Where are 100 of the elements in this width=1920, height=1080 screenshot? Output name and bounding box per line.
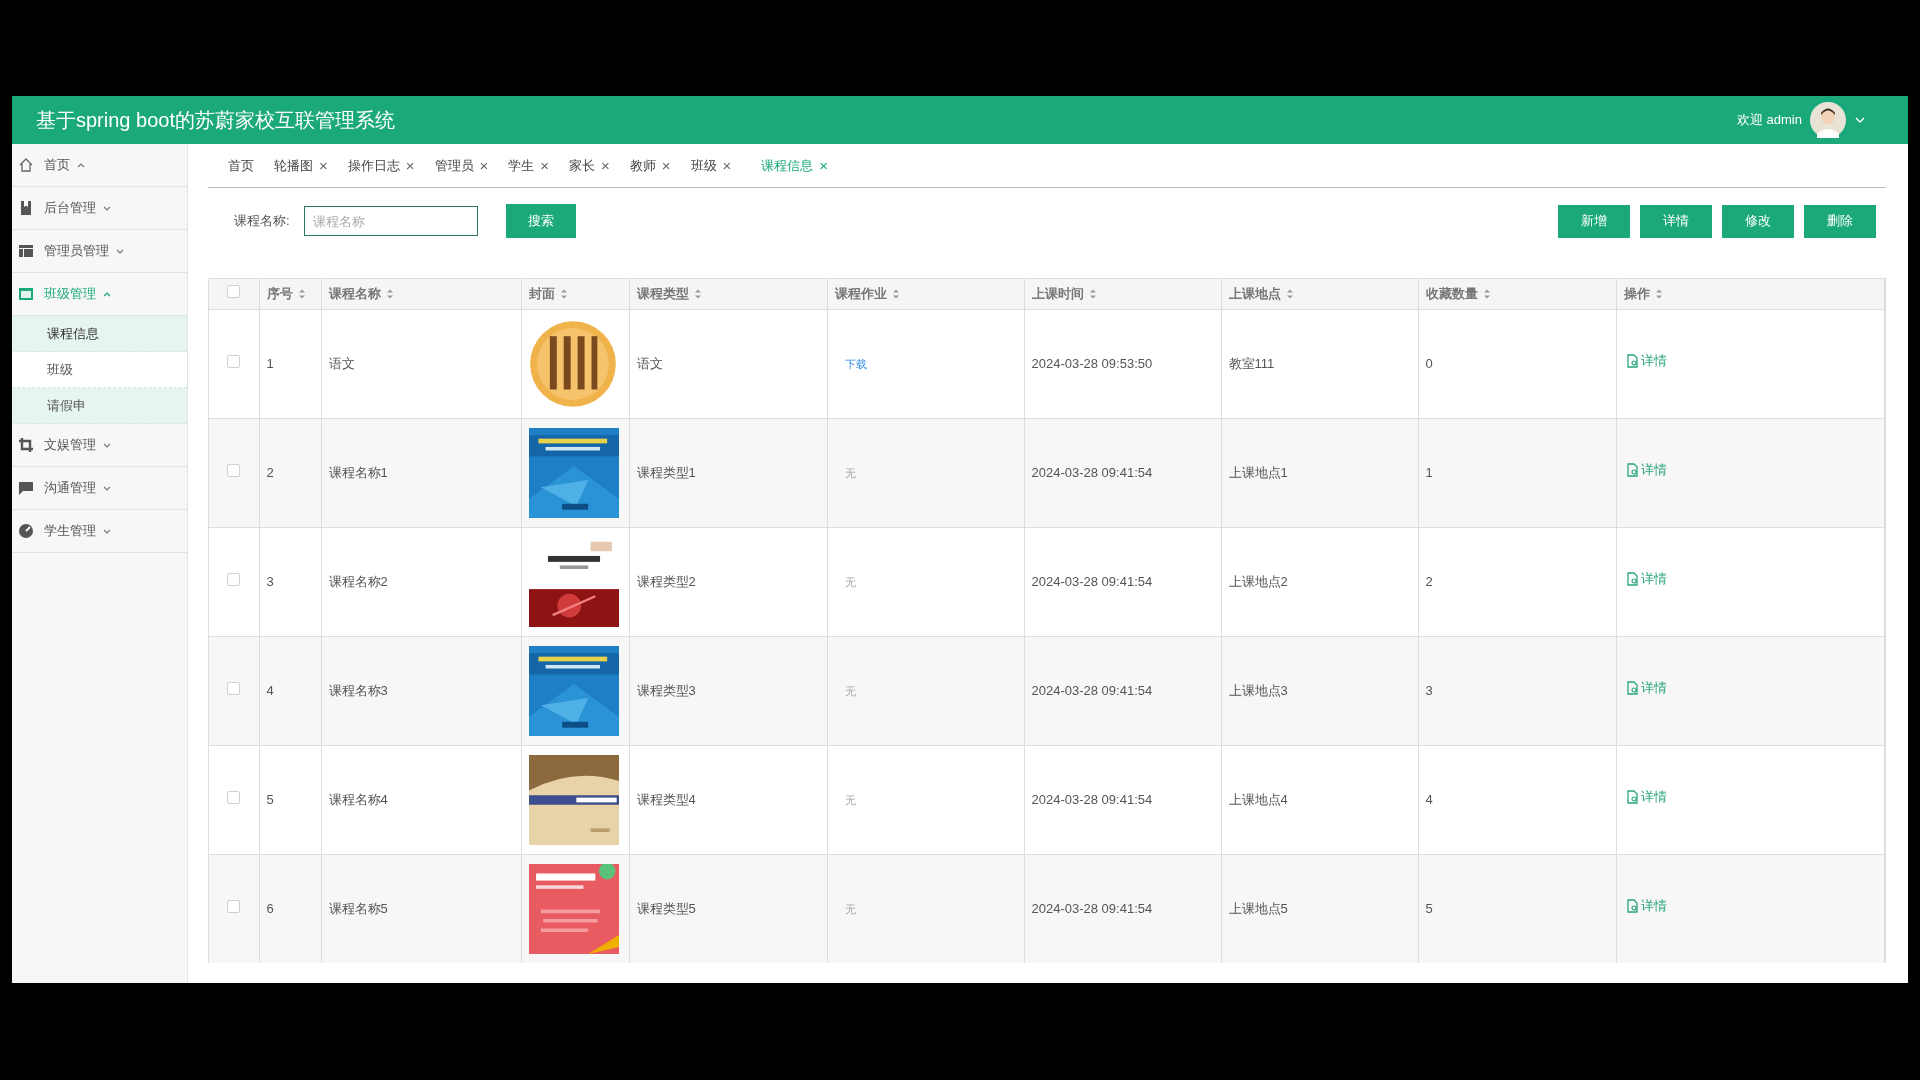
table-cell: 2024-03-28 09:53:50 xyxy=(1031,355,1153,371)
column-header[interactable]: 课程类型 xyxy=(636,284,689,304)
table-cell: 4 xyxy=(1425,791,1433,807)
submenu-item[interactable]: 班级 xyxy=(12,352,187,388)
table-cell: 6 xyxy=(266,901,274,916)
menu-item[interactable]: 学生管理 xyxy=(44,521,112,541)
checkbox[interactable] xyxy=(227,681,241,695)
detail-link[interactable]: 详情 xyxy=(1626,351,1667,371)
tab[interactable]: 首页 xyxy=(228,155,254,176)
sort-icon[interactable] xyxy=(385,287,394,300)
table-cell: 上课地点1 xyxy=(1228,464,1288,480)
search-field[interactable]: 课程名称 xyxy=(303,206,478,236)
column-header[interactable]: 上课时间 xyxy=(1031,284,1084,304)
submenu-item[interactable]: 课程信息 xyxy=(12,316,187,352)
close-icon[interactable]: × xyxy=(722,158,732,173)
column-header[interactable]: 收藏数量 xyxy=(1425,284,1478,304)
close-icon[interactable]: × xyxy=(819,158,829,173)
tab[interactable]: 操作日志 × xyxy=(347,155,415,176)
checkbox[interactable] xyxy=(227,790,241,804)
table-cell: 5 xyxy=(1425,901,1433,916)
table-cell: 1 xyxy=(1425,464,1433,480)
bookmark-icon xyxy=(18,200,34,216)
table-cell: 5 xyxy=(266,791,274,807)
layout-icon xyxy=(18,243,34,259)
tab[interactable]: 管理员 × xyxy=(434,155,489,176)
menu-item[interactable]: 文娱管理 xyxy=(44,435,112,455)
file-icon xyxy=(1626,353,1638,368)
column-header[interactable]: 序号 xyxy=(266,284,293,304)
close-icon[interactable]: × xyxy=(601,158,610,173)
table-cell: 无 xyxy=(844,793,856,806)
avatar[interactable] xyxy=(1810,102,1846,138)
table-cell: 无 xyxy=(844,466,856,479)
file-icon xyxy=(1626,899,1638,913)
welcome-text: 欢迎 admin xyxy=(1736,111,1802,130)
close-icon[interactable]: × xyxy=(661,158,671,173)
column-header[interactable]: 课程作业 xyxy=(834,284,887,304)
detail-link[interactable]: 详情 xyxy=(1626,569,1667,589)
checkbox[interactable] xyxy=(227,572,241,586)
home-icon xyxy=(18,157,34,173)
gauge-icon xyxy=(18,523,34,539)
table-cell: 课程名称4 xyxy=(328,791,388,807)
file-icon xyxy=(1626,571,1638,586)
table-cell: 上课地点3 xyxy=(1228,682,1288,698)
tab[interactable]: 教师 × xyxy=(629,155,671,176)
panel-icon xyxy=(18,286,34,302)
table-cell: 上课地点2 xyxy=(1228,573,1288,589)
close-icon[interactable]: × xyxy=(479,158,489,173)
sort-icon[interactable] xyxy=(1482,287,1491,300)
sort-icon[interactable] xyxy=(559,287,568,300)
table-cell: 课程类型1 xyxy=(636,464,696,480)
menu-item[interactable]: 后台管理 xyxy=(44,198,112,218)
table-cell: 2024-03-28 09:41:54 xyxy=(1031,464,1153,480)
submenu-item[interactable]: 请假申 xyxy=(12,388,187,424)
close-icon[interactable]: × xyxy=(319,158,328,173)
close-icon[interactable]: × xyxy=(405,158,415,173)
menu-item[interactable]: 沟通管理 xyxy=(44,478,112,498)
table-cell: 上课地点5 xyxy=(1228,901,1288,916)
column-header[interactable]: 上课地点 xyxy=(1228,284,1281,304)
table-cell: 2 xyxy=(266,464,274,480)
checkbox[interactable] xyxy=(227,285,241,298)
tab[interactable]: 班级 × xyxy=(690,155,732,176)
checkbox[interactable] xyxy=(227,900,241,913)
table-cell: 4 xyxy=(266,682,274,698)
column-header[interactable]: 课程名称 xyxy=(328,284,381,304)
sort-icon[interactable] xyxy=(297,287,306,300)
table-cell: 0 xyxy=(1425,355,1433,371)
table-cell: 课程名称3 xyxy=(328,682,388,698)
menu-item[interactable]: 管理员管理 xyxy=(44,241,125,261)
tab[interactable]: 学生 × xyxy=(508,155,550,176)
close-icon[interactable]: × xyxy=(540,158,550,173)
table-cell: 上课地点4 xyxy=(1228,791,1288,807)
table-cell: 课程类型2 xyxy=(636,573,696,589)
sort-icon[interactable] xyxy=(1088,287,1097,300)
tab[interactable]: 家长 × xyxy=(569,155,610,176)
sort-icon[interactable] xyxy=(1654,287,1663,300)
table-cell: 2024-03-28 09:41:54 xyxy=(1031,791,1153,807)
table-cell: 课程名称1 xyxy=(328,464,388,480)
tab[interactable]: 课程信息 × xyxy=(761,155,829,176)
table-cell: 课程类型5 xyxy=(636,901,696,916)
table-cell: 1 xyxy=(266,355,274,371)
column-header[interactable]: 操作 xyxy=(1623,284,1650,304)
sort-icon[interactable] xyxy=(891,287,900,300)
checkbox[interactable] xyxy=(227,463,241,477)
file-icon xyxy=(1626,462,1638,477)
crop-icon xyxy=(18,437,34,453)
table-cell: 语文 xyxy=(636,355,663,371)
table-cell: 无 xyxy=(844,575,856,588)
column-header[interactable]: 封面 xyxy=(528,284,555,304)
table-cell: 2024-03-28 09:41:54 xyxy=(1031,573,1153,589)
sort-icon[interactable] xyxy=(1285,287,1294,300)
menu-item[interactable]: 首页 xyxy=(44,155,86,175)
table-cell: 3 xyxy=(1425,682,1433,698)
download-link[interactable]: 下载 xyxy=(844,357,867,370)
tab[interactable]: 轮播图 × xyxy=(274,155,328,176)
search-label: 课程名称: xyxy=(234,212,290,231)
detail-link[interactable]: 详情 xyxy=(1626,787,1667,807)
checkbox[interactable] xyxy=(227,354,241,368)
sort-icon[interactable] xyxy=(693,287,702,300)
table-cell: 课程名称5 xyxy=(328,901,388,916)
table-cell: 语文 xyxy=(328,355,355,371)
